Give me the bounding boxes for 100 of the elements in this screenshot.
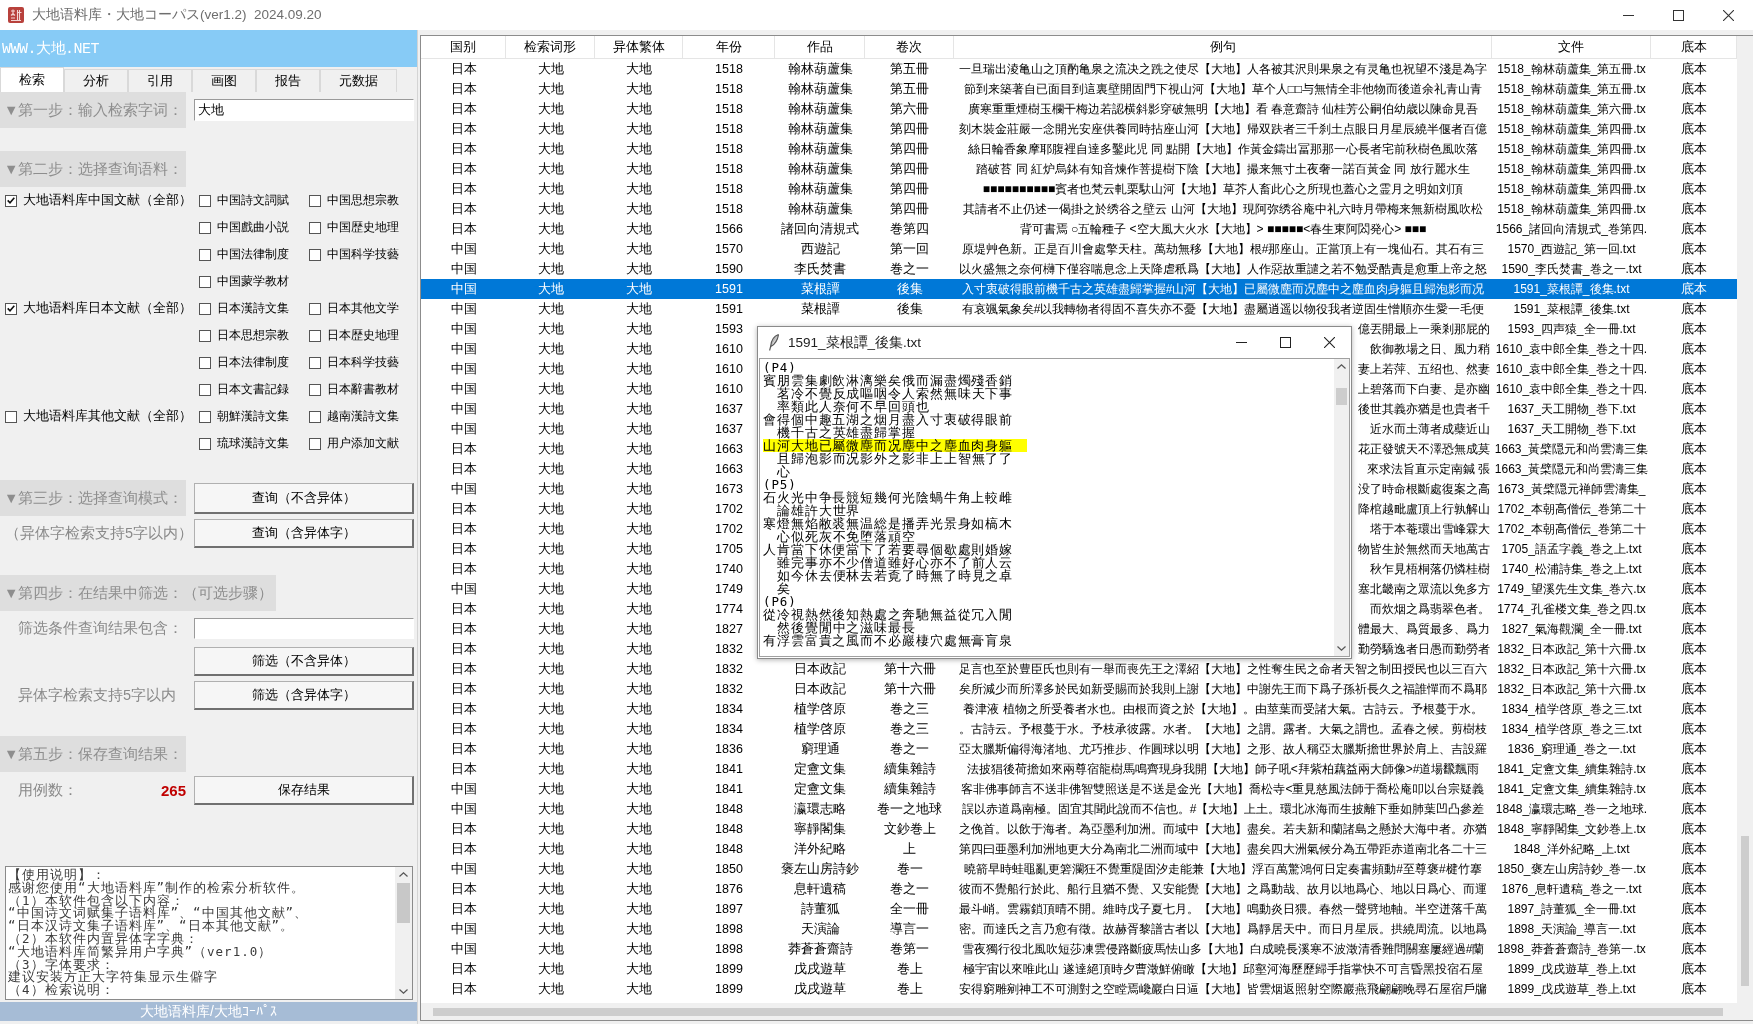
table-cell: 1673 bbox=[715, 482, 743, 496]
filter-field[interactable] bbox=[194, 618, 414, 639]
help-text-line: （4）检索说明： bbox=[8, 982, 115, 998]
table-cell: 大地 bbox=[537, 920, 564, 938]
checkbox[interactable] bbox=[199, 437, 211, 450]
text-line: 寒燈無焰敝裘無温総是播弄光景身如槁木 bbox=[763, 517, 1014, 530]
query-button[interactable]: 查询（不含异体） bbox=[194, 482, 414, 514]
checkbox[interactable] bbox=[309, 248, 321, 261]
checkbox[interactable] bbox=[199, 383, 211, 396]
checkbox[interactable] bbox=[309, 329, 321, 342]
save-button[interactable]: 保存结果 bbox=[194, 776, 414, 805]
tab[interactable]: 画图 bbox=[192, 69, 256, 92]
table-cell: 1702_本朝高僧伝_巻第二十 bbox=[1497, 520, 1646, 538]
tab[interactable]: 引用 bbox=[128, 69, 192, 92]
column-header[interactable]: 作品 bbox=[775, 36, 865, 58]
table-cell: 大地 bbox=[537, 440, 564, 458]
checkbox[interactable] bbox=[309, 302, 321, 315]
table-cell: 第四冊 bbox=[890, 200, 929, 218]
table-cell: 中国 bbox=[450, 360, 477, 378]
table-cell: 彼而不覺船行於此、船行且猶不覺、又安能覺【大地】之爲動哉、故月以地爲心、地以日爲心、而運 bbox=[959, 880, 1487, 898]
table-cell: 底本 bbox=[1681, 280, 1707, 298]
table-cell: 1637 bbox=[715, 402, 743, 416]
table-cell: 日本 bbox=[450, 520, 477, 538]
column-header[interactable]: 卷次 bbox=[865, 36, 954, 58]
scrollbar[interactable] bbox=[395, 867, 412, 999]
checkbox[interactable] bbox=[199, 194, 211, 207]
table-cell: 大地 bbox=[537, 880, 564, 898]
table-cell: 1897_詩董狐_全一冊.txt bbox=[1507, 900, 1636, 918]
table-cell: 1898 bbox=[715, 922, 743, 936]
column-header[interactable]: 异体繁体 bbox=[595, 36, 683, 58]
table-cell: 密。而達氏之言乃愈有徵。故赫胥黎譜古者以【大地】爲靜居天中。而日月星辰。拱繞周流。以地爲 bbox=[959, 920, 1487, 938]
scrollbar-thumb[interactable] bbox=[433, 1007, 1723, 1016]
table-cell: 1663 bbox=[715, 442, 743, 456]
table-cell: 寧靜閣集 bbox=[794, 820, 846, 838]
table-cell: 大地 bbox=[626, 260, 652, 278]
table-cell: 1663 bbox=[715, 462, 743, 476]
checkbox[interactable] bbox=[5, 410, 17, 423]
table-cell: 底本 bbox=[1681, 700, 1707, 718]
search-field[interactable]: 大地 bbox=[194, 99, 414, 121]
column-header[interactable]: 国别 bbox=[421, 36, 506, 58]
column-header[interactable]: 文件 bbox=[1492, 36, 1651, 58]
table-cell: 大地 bbox=[626, 400, 652, 418]
checkbox[interactable] bbox=[5, 302, 17, 315]
table-cell: 大地 bbox=[626, 940, 652, 958]
checkbox[interactable] bbox=[199, 248, 211, 261]
table-cell: 大地 bbox=[537, 480, 564, 498]
selected-row[interactable]: 中国 大地 大地 1591 菜根譚 後集 入寸衷破得眼前機千古之英雄盡歸掌握#山河【大地】已屬微塵而况塵中之塵血肉身軀且歸泡影而况 1591_菜根譚_後集.txt 底本 bbox=[421, 279, 1737, 299]
checkbox[interactable] bbox=[309, 356, 321, 369]
checkbox[interactable] bbox=[5, 194, 17, 207]
checkbox[interactable] bbox=[199, 356, 211, 369]
scrollbar[interactable] bbox=[421, 1003, 1737, 1020]
table-cell: 1518 bbox=[715, 62, 743, 76]
scrollbar-thumb[interactable] bbox=[1741, 836, 1749, 986]
table-cell: 1850_褒左山房詩鈔_巻一.tx bbox=[1497, 860, 1646, 878]
table-cell: 1591_菜根譚_後集.txt bbox=[1513, 280, 1630, 298]
table-cell: 日本 bbox=[450, 180, 477, 198]
table-cell: 中国 bbox=[450, 420, 477, 438]
table-cell: 1841 bbox=[715, 782, 743, 796]
checkbox[interactable] bbox=[309, 221, 321, 234]
close-icon bbox=[1722, 9, 1734, 21]
table-cell: 雪夜獨行役北風吹短莎凍雲侵路斷疲馬怯山多【大地】白成曉長溪寒不波澂清香難問關塞屢經過#蘭 bbox=[961, 940, 1485, 958]
scrollbar-thumb[interactable] bbox=[1336, 388, 1347, 405]
tab[interactable]: 分析 bbox=[64, 69, 128, 92]
table-cell: 大地 bbox=[626, 900, 652, 918]
checkbox-label: 琉球漢詩文集 bbox=[217, 435, 289, 452]
checkbox[interactable] bbox=[199, 302, 211, 315]
table-cell: 巻第一 bbox=[890, 940, 929, 958]
checkbox[interactable] bbox=[309, 437, 321, 450]
table-cell: 大地 bbox=[626, 360, 652, 378]
scrollbar[interactable] bbox=[1737, 36, 1753, 1020]
text-line: 論雄許大世界 bbox=[777, 504, 861, 517]
checkbox[interactable] bbox=[309, 383, 321, 396]
checkbox[interactable] bbox=[199, 329, 211, 342]
table-cell: 底本 bbox=[1681, 320, 1707, 338]
checkbox[interactable] bbox=[199, 221, 211, 234]
checkbox[interactable] bbox=[309, 410, 321, 423]
table-cell: 1663_黃檗隠元和尚雲濤三集 bbox=[1494, 440, 1649, 458]
table-cell: 大地 bbox=[626, 140, 652, 158]
table-cell: 續集雜詩 bbox=[883, 780, 936, 798]
column-header[interactable]: 检索词形 bbox=[506, 36, 595, 58]
table-cell: 飲御教場之日、風力稍 bbox=[1370, 340, 1490, 358]
checkbox[interactable] bbox=[309, 194, 321, 207]
table-cell: 大地 bbox=[537, 120, 564, 138]
table-cell: 1610 bbox=[715, 382, 743, 396]
table-cell: 體最大、爲質最多、爲力 bbox=[1358, 620, 1490, 638]
checkbox[interactable] bbox=[199, 275, 211, 288]
tab[interactable]: 检索 bbox=[0, 67, 64, 92]
filter-variant-button[interactable]: 筛选（含异体字） bbox=[194, 681, 414, 710]
scrollbar-thumb[interactable] bbox=[397, 883, 410, 923]
checkbox[interactable] bbox=[199, 410, 211, 423]
table-cell: 1848 bbox=[715, 822, 743, 836]
query-variant-button[interactable]: 查询（含异体字） bbox=[194, 519, 414, 548]
filter-button[interactable]: 筛选（不含异体） bbox=[194, 647, 414, 676]
column-header[interactable]: 例句 bbox=[954, 36, 1492, 58]
column-header[interactable]: 年份 bbox=[683, 36, 775, 58]
tab[interactable]: 报告 bbox=[256, 69, 320, 92]
table-cell: 大地 bbox=[626, 60, 652, 78]
tab[interactable]: 元数据 bbox=[320, 69, 397, 92]
table-cell: 底本 bbox=[1681, 60, 1707, 78]
scrollbar[interactable] bbox=[1334, 359, 1349, 656]
